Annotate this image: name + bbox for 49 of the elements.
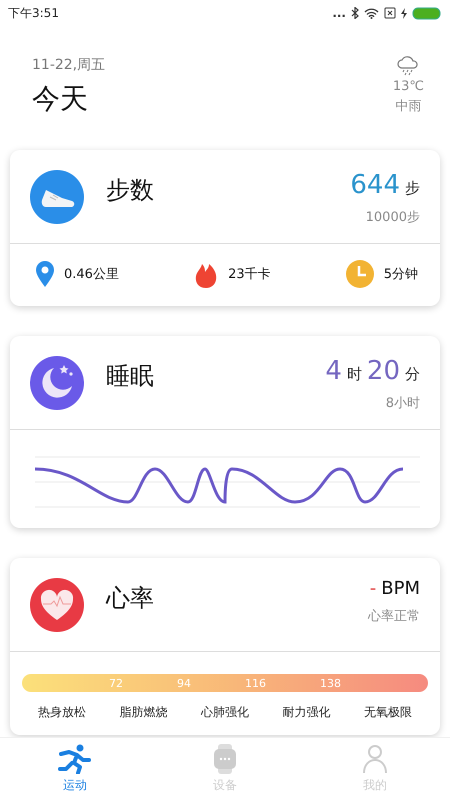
sleep-goal: 8小时: [386, 395, 420, 412]
heart-rate-unit: BPM: [381, 578, 420, 599]
stat-value: 0.46公里: [64, 266, 119, 283]
bluetooth-icon: [351, 7, 359, 19]
zone-tick: 94: [177, 676, 191, 690]
zone-label: 脂肪燃烧: [120, 704, 168, 721]
heart-rate-card[interactable]: 心率 - BPM 心率正常 72 94 116 138 热身放松 脂肪燃烧 心肺强化 耐力强化 无氧极限: [10, 558, 440, 735]
hours-unit: 时: [346, 365, 362, 384]
rain-cloud-icon: [396, 56, 420, 76]
nav-tab[interactable]: 运动: [20, 738, 130, 800]
steps-unit: 步: [405, 179, 420, 198]
steps-value: 644: [350, 170, 400, 200]
steps-card[interactable]: 步数 644 步 10000步 0.46公里 23千卡 5分钟: [10, 150, 440, 306]
battery-icon: [412, 6, 442, 20]
clock-icon: [346, 260, 374, 288]
wifi-icon: [364, 8, 379, 18]
zone-label: 无氧极限: [364, 704, 412, 721]
steps-goal: 10000步: [366, 209, 420, 226]
date-label: 11-22,周五: [32, 56, 106, 74]
card-title: 步数: [106, 175, 154, 206]
card-title: 睡眠: [106, 361, 154, 392]
more-dots: ...: [332, 7, 346, 19]
status-time: 下午3:51: [8, 4, 59, 22]
no-sim-icon: [384, 7, 396, 19]
zone-label: 耐力强化: [282, 704, 330, 721]
stat-value: 23千卡: [228, 266, 271, 283]
pin-icon: [36, 261, 54, 287]
zone-tick: 116: [245, 676, 266, 690]
zone-label: 热身放松: [38, 704, 86, 721]
minutes-unit: 分: [405, 365, 420, 384]
sleep-card[interactable]: 睡眠 4 时 20 分 8小时: [10, 336, 440, 528]
card-title: 心率: [106, 583, 154, 614]
temperature: 13℃: [392, 79, 424, 94]
zone-tick: 72: [109, 676, 123, 690]
sleep-minutes: 20: [366, 356, 400, 386]
stat-value: 5分钟: [384, 266, 418, 283]
watch-icon: [213, 744, 237, 774]
charging-icon: [401, 8, 407, 18]
heart-rate-status: 心率正常: [368, 608, 420, 625]
zone-tick: 138: [320, 676, 341, 690]
runner-icon: [58, 744, 92, 774]
heart-rate-value: -: [370, 578, 376, 599]
sleep-hours: 4: [325, 356, 342, 386]
weather-condition: 中雨: [395, 98, 422, 115]
zone-label: 心肺强化: [201, 704, 249, 721]
moon-icon: [30, 356, 84, 410]
page-title: 今天: [32, 81, 89, 117]
sneaker-icon: [30, 170, 84, 224]
person-icon: [362, 744, 388, 774]
